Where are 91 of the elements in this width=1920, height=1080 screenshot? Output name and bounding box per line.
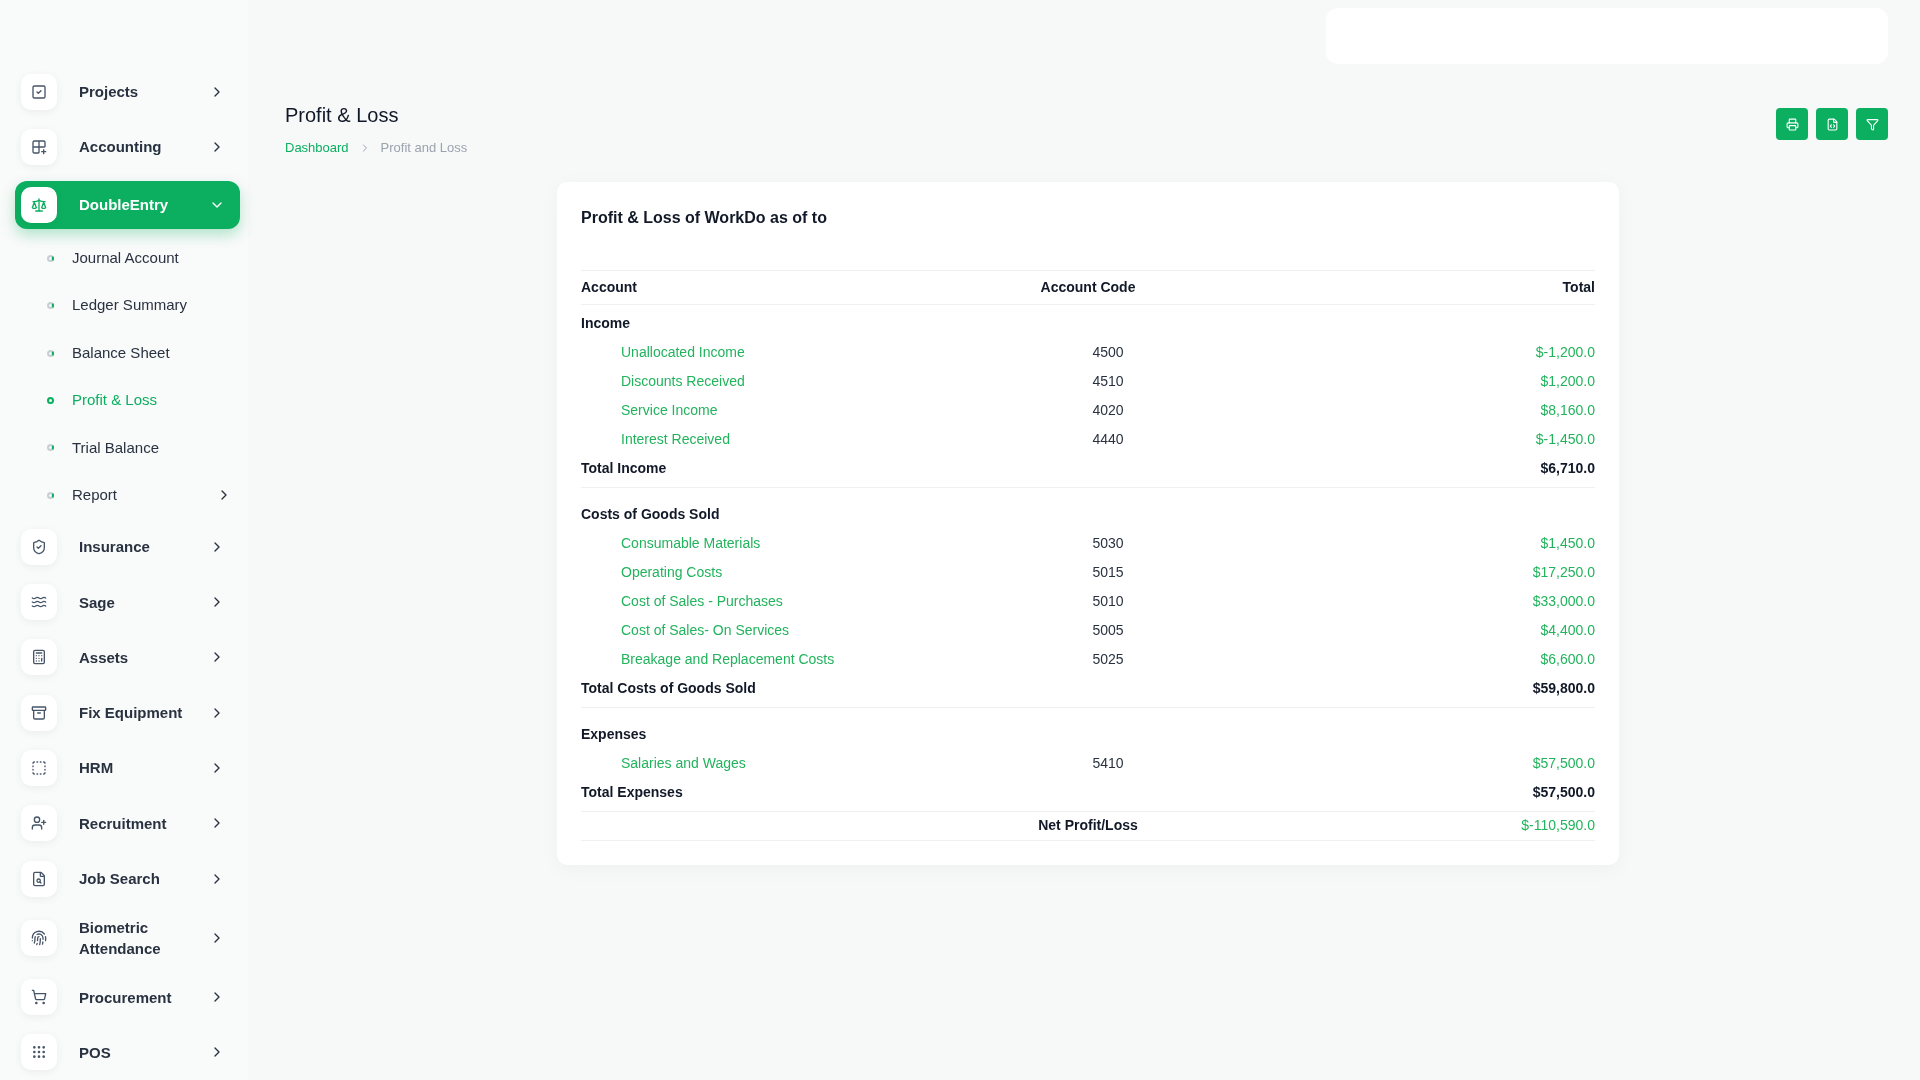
account-code: 5015 <box>1091 562 1124 582</box>
section-heading: Income <box>581 313 630 333</box>
total-label: Total Income <box>581 458 667 478</box>
menu-label: HRM <box>79 758 115 779</box>
amount-cell-text: $33,000.0 <box>1532 591 1595 611</box>
code-file-icon <box>1825 117 1839 131</box>
account-code: 5410 <box>1091 753 1124 773</box>
menu-item[interactable]: Assets <box>15 637 240 678</box>
menu-item[interactable]: Sage <box>15 582 240 623</box>
account-code: 4500 <box>1091 342 1124 362</box>
menu-label: Fix Equipment <box>79 703 184 724</box>
column-header: Account Code <box>1040 277 1136 297</box>
submenu-item[interactable]: Journal Account <box>72 247 232 270</box>
submenu-item[interactable]: Ledger Summary <box>72 294 232 317</box>
total-label: Total Expenses <box>581 782 683 802</box>
user-plus-icon <box>21 805 57 842</box>
checkbox-icon <box>21 73 57 110</box>
menu-label: Job Search <box>79 869 161 890</box>
archive-icon <box>21 694 57 731</box>
total-amount: $59,800.0 <box>1532 678 1595 698</box>
cart-icon <box>21 979 57 1016</box>
section-heading: Expenses <box>581 724 647 744</box>
total-label: Total Costs of Goods Sold <box>581 678 756 698</box>
account-code: 5010 <box>1091 591 1124 611</box>
amount-cell-text: $17,250.0 <box>1532 562 1595 582</box>
bullet-icon <box>47 254 54 262</box>
menu-label: POS <box>79 1042 112 1063</box>
account-code: 5005 <box>1091 620 1124 640</box>
submenu-item[interactable]: Balance Sheet <box>72 341 232 365</box>
menu-label: Procurement <box>79 987 173 1008</box>
column-header: Account <box>581 277 637 297</box>
fingerprint-icon <box>21 919 57 956</box>
breadcrumb-current: Profit and Loss <box>380 139 468 157</box>
amount-cell-text: $8,160.0 <box>1540 400 1595 420</box>
menu-item[interactable]: Biometric Attendance <box>15 917 240 958</box>
card-title: Profit & Loss of WorkDo as of to <box>581 207 828 228</box>
grid-plus-icon <box>21 128 57 165</box>
net-label: Net Profit/Loss <box>1038 816 1138 835</box>
bullet-icon <box>47 302 54 310</box>
filter-button[interactable] <box>1856 108 1888 140</box>
column-header: Total <box>1562 277 1595 297</box>
net-amount: $-110,590.0 <box>1521 816 1595 835</box>
menu-item[interactable]: Projects <box>15 71 240 112</box>
print-button[interactable] <box>1776 108 1808 140</box>
menu-item[interactable]: Accounting <box>15 126 240 167</box>
menu-item[interactable]: Insurance <box>15 526 240 567</box>
total-amount: $6,710.0 <box>1540 458 1595 478</box>
account-code: 5025 <box>1091 649 1124 669</box>
menu-label: Biometric Attendance <box>79 917 162 959</box>
amount-cell-text: $1,200.0 <box>1540 371 1595 391</box>
menu-label: Accounting <box>79 137 163 158</box>
amount-cell-text: $6,600.0 <box>1540 649 1595 669</box>
account-code: 4020 <box>1091 400 1124 420</box>
bullet-icon <box>47 349 54 357</box>
scale-icon <box>21 186 57 223</box>
menu-item[interactable]: Procurement <box>15 977 240 1018</box>
printer-icon <box>1785 117 1799 131</box>
account-code: 4510 <box>1091 371 1124 391</box>
calculator-icon <box>21 639 57 676</box>
dots-grid-icon <box>21 1034 57 1071</box>
page-title: Profit & Loss <box>285 103 400 128</box>
amount-cell-text: $-1,450.0 <box>1535 429 1595 449</box>
menu-label: Assets <box>79 647 130 668</box>
menu-item[interactable]: POS <box>15 1032 240 1073</box>
file-search-icon <box>21 860 57 897</box>
submenu-item[interactable]: Report <box>72 484 216 507</box>
section-heading: Costs of Goods Sold <box>581 504 720 524</box>
menu-label: Projects <box>79 82 140 103</box>
submenu-item[interactable]: Trial Balance <box>72 436 232 460</box>
menu-item[interactable]: HRM <box>15 747 240 788</box>
waves-icon <box>21 584 57 621</box>
amount-cell-text: $1,450.0 <box>1540 533 1595 553</box>
menu-label: Sage <box>79 592 116 613</box>
amount-cell-text: $-1,200.0 <box>1535 342 1595 362</box>
filter-icon <box>1865 117 1879 131</box>
menu-label: Recruitment <box>79 813 168 834</box>
shield-check-icon <box>21 528 57 565</box>
menu-item[interactable]: Fix Equipment <box>15 692 240 733</box>
bullet-icon <box>47 491 54 499</box>
bullet-icon <box>47 397 54 405</box>
amount-cell-text: $4,400.0 <box>1540 620 1595 640</box>
amount-cell-text: $57,500.0 <box>1532 753 1595 773</box>
total-amount: $57,500.0 <box>1532 782 1595 802</box>
bullet-icon <box>47 444 54 452</box>
menu-label: DoubleEntry <box>79 195 170 216</box>
menu-item[interactable]: Recruitment <box>15 803 240 844</box>
account-code: 4440 <box>1091 429 1124 449</box>
menu-item[interactable]: Job Search <box>15 858 240 899</box>
account-code: 5030 <box>1091 533 1124 553</box>
code-button[interactable] <box>1816 108 1848 140</box>
menu-label: Insurance <box>79 537 151 558</box>
